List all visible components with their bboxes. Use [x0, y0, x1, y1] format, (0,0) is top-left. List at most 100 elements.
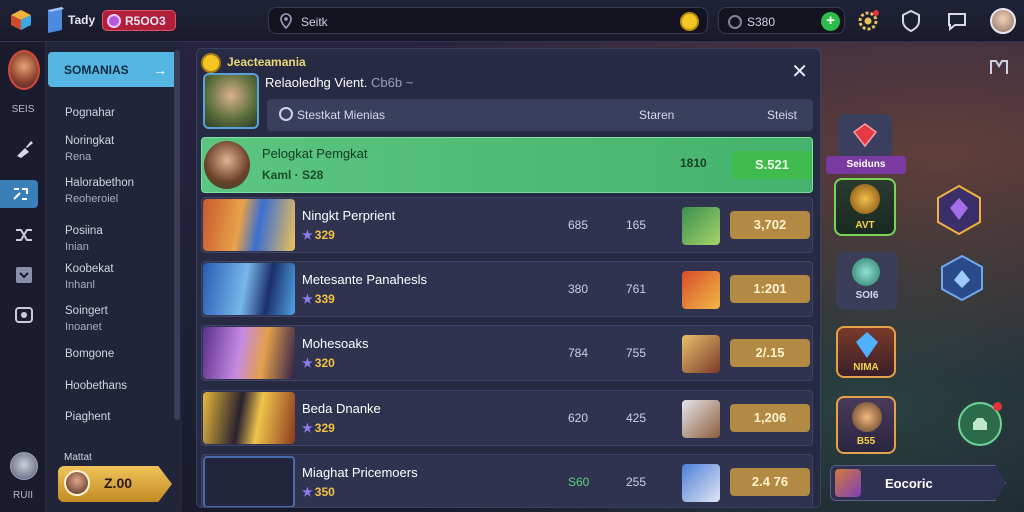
column-header[interactable]: Stestkat Mienias — [297, 108, 385, 122]
star-icon: ★ — [302, 421, 313, 435]
hero-level: ★ 329 — [302, 421, 335, 435]
column-header[interactable]: Staren — [639, 108, 674, 122]
gems-counter[interactable]: R5OO3 — [102, 10, 176, 31]
value-pill[interactable]: 2.4 76 — [730, 468, 810, 496]
currency-value: S380 — [747, 15, 776, 29]
search-icon[interactable] — [279, 107, 293, 121]
brush-icon[interactable] — [13, 138, 35, 160]
shuffle-icon[interactable] — [13, 224, 35, 246]
item-icon — [682, 271, 720, 309]
nav-item-title: Posiina — [65, 225, 103, 237]
friend-avatar[interactable] — [10, 452, 38, 480]
value-pill[interactable]: 1:201 — [730, 275, 810, 303]
hero-portrait — [203, 199, 295, 251]
hero-level-value: 329 — [314, 421, 335, 435]
player-name: Tady — [68, 13, 96, 27]
hero-portrait — [203, 327, 295, 379]
value-pill[interactable]: 1,206 — [730, 404, 810, 432]
hero-level: ★ 339 — [302, 292, 335, 306]
hero-name: Pelogkat Pemgkat — [262, 146, 368, 161]
value-pill[interactable]: 2/.15 — [730, 339, 810, 367]
shield-icon[interactable] — [898, 8, 924, 34]
column-header[interactable]: Steist — [767, 108, 797, 122]
crystal-icon — [856, 332, 878, 358]
coin-icon[interactable] — [680, 12, 699, 31]
nav-item[interactable]: Noringkat Rena — [65, 133, 114, 165]
hero-stat: 165 — [626, 218, 647, 232]
chest-button[interactable] — [958, 402, 1002, 446]
nav-item-sub: Inhanl — [65, 279, 95, 291]
nav-item-sub: Inoanet — [65, 321, 102, 333]
download-box-icon[interactable] — [13, 264, 35, 286]
table-row[interactable]: Mohesoaks ★ 320 784 755 2/.15 — [201, 325, 813, 381]
hero-stat: 1810 — [680, 156, 707, 170]
search-bar[interactable]: Seitk — [268, 7, 708, 34]
right-footer-button[interactable]: Eocoric — [830, 465, 1006, 501]
table-row-selected[interactable]: Pelogkat Pemgkat Kaml · S28 1810 S.521 — [201, 137, 813, 193]
table-row[interactable]: Beda Dnanke ★ 329 620 425 1,206 — [201, 390, 813, 446]
nav-item[interactable]: Soingert Inoanet — [65, 303, 108, 335]
star-icon: ★ — [302, 228, 313, 242]
gems-value: R5OO3 — [125, 13, 166, 28]
table-row[interactable]: Metesante Panahesls ★ 339 380 761 1:201 — [201, 261, 813, 317]
arrow-right-icon: → — [153, 61, 167, 78]
blue-hexagon-icon[interactable] — [940, 254, 984, 302]
nav-header-label: SOMANIAS — [64, 62, 129, 77]
panel-subtitle-text: Relaoledhg Vient. — [265, 75, 368, 90]
hero-name: Beda Dnanke — [302, 401, 381, 416]
character-card[interactable]: B55 — [836, 396, 896, 454]
hero-stat: S60 — [568, 475, 590, 489]
nav-item-title: Bomgone — [65, 348, 115, 360]
nav-item[interactable]: Halorabethon Reoheroiel — [65, 175, 134, 207]
hero-name: Mohesoaks — [302, 336, 369, 351]
hero-card[interactable]: AVT — [834, 178, 896, 236]
ruby-card[interactable] — [838, 114, 892, 158]
nav-item[interactable]: Bomgone — [65, 346, 114, 362]
nav-header-button[interactable]: SOMANIAS → — [48, 52, 177, 87]
profile-avatar[interactable] — [990, 8, 1016, 34]
panel-badge-icon — [201, 53, 221, 73]
nav-item[interactable]: Hoobethans — [65, 378, 127, 394]
hero-stat: 620 — [568, 411, 589, 425]
nav-scrollbar[interactable] — [174, 50, 180, 420]
star-icon: ★ — [302, 485, 313, 499]
sidebar-avatar[interactable] — [8, 50, 40, 90]
hero-level-value: 339 — [314, 292, 335, 306]
hero-stat: 755 — [626, 346, 647, 360]
nav-item[interactable]: Piaghent — [65, 409, 110, 425]
chest-icon — [973, 418, 987, 430]
settings-gear-icon[interactable] — [855, 8, 881, 34]
nav-item[interactable]: Posiina Inian — [65, 223, 103, 255]
value-pill[interactable]: 3,702 — [730, 211, 810, 239]
nav-item[interactable]: Pognahar — [65, 105, 115, 121]
nav-footer-button[interactable]: Z.00 — [58, 466, 172, 502]
table-row[interactable]: Ningkt Perprient ★ 329 685 165 3,702 — [201, 197, 813, 253]
notification-dot — [993, 402, 1002, 411]
star-icon: ★ — [302, 356, 313, 370]
right-panel: Seiduns AVT SOI6 NIMA B55 — [826, 46, 1024, 512]
add-currency-button[interactable]: + — [821, 12, 840, 31]
chat-icon[interactable] — [944, 8, 970, 34]
close-icon[interactable]: ✕ — [791, 59, 808, 84]
hero-level: ★ 329 — [302, 228, 335, 242]
camera-icon[interactable] — [13, 304, 35, 326]
hero-portrait — [203, 392, 295, 444]
hero-name: Miaghat Pricemoers — [302, 465, 418, 480]
logo-icon[interactable] — [10, 9, 32, 31]
sidebar-item-active[interactable] — [0, 180, 38, 208]
hero-level-value: 320 — [314, 356, 335, 370]
value-pill[interactable]: S.521 — [732, 151, 812, 179]
expand-icon[interactable] — [988, 58, 1010, 76]
table-row[interactable]: Miaghat Pricemoers ★ 350 S60 255 2.4 76 — [201, 454, 813, 507]
panel-title: Jeacteamania — [227, 55, 306, 69]
hero-level-value: 350 — [314, 485, 335, 499]
top-bar: Tady R5OO3 Seitk S380 + — [0, 0, 1024, 42]
currency-counter[interactable]: S380 + — [718, 7, 845, 34]
sidebar-label-bottom: RUII — [13, 490, 33, 501]
blue-crystal-card[interactable]: NIMA — [836, 326, 896, 378]
hexagon-badge-icon[interactable] — [936, 184, 982, 236]
hero-stat: 425 — [626, 411, 647, 425]
orb-card[interactable]: SOI6 — [836, 252, 898, 310]
nav-item[interactable]: Koobekat Inhanl — [65, 261, 114, 293]
panel-subtitle-meta[interactable]: Cb6b ~ — [371, 75, 413, 90]
